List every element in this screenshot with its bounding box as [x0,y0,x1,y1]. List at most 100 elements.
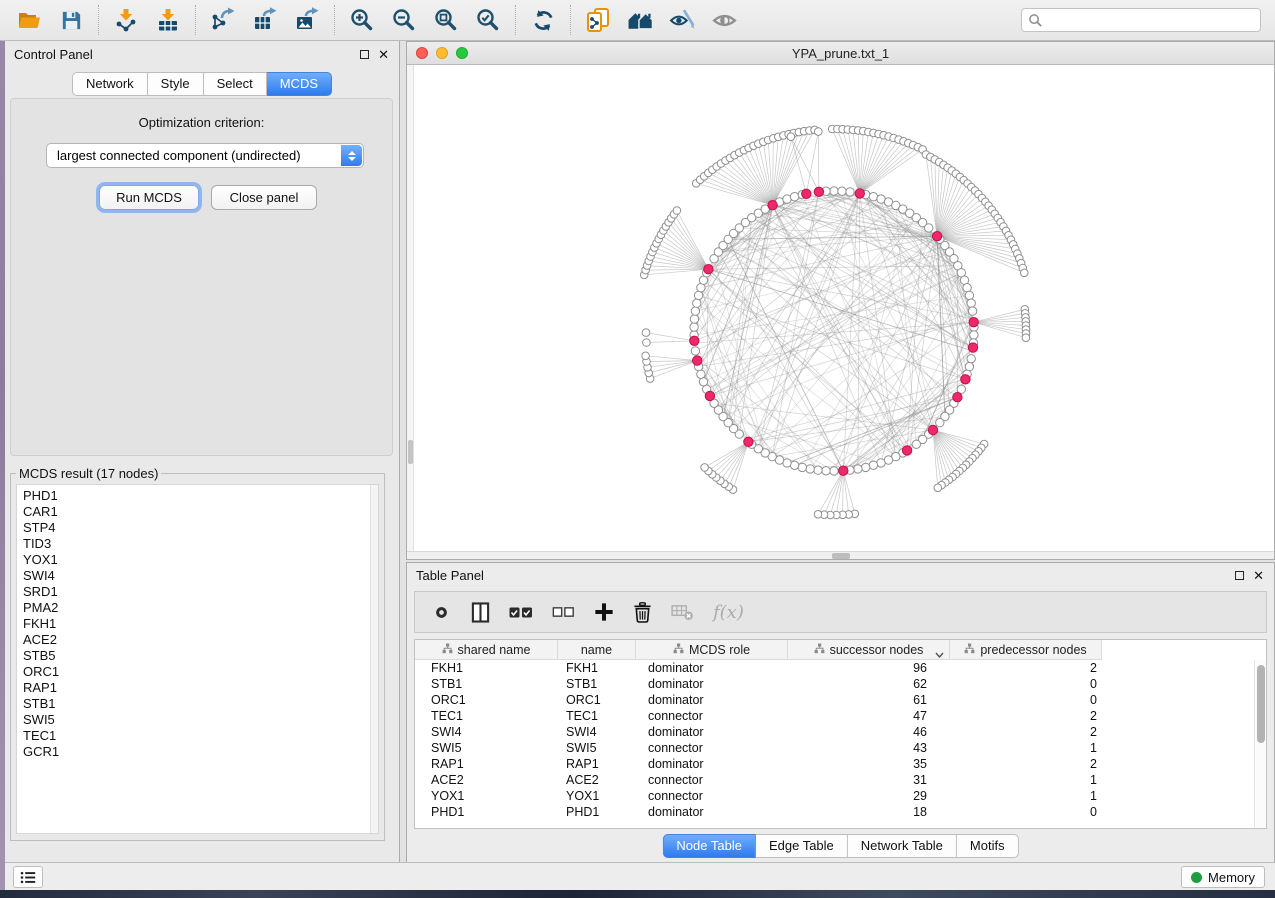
column-header-shared-name[interactable]: shared name [415,640,558,660]
network-graph[interactable] [407,65,1274,551]
mcds-result-item[interactable]: YOX1 [23,552,378,568]
mcds-result-item[interactable]: PMA2 [23,600,378,616]
save-session-button[interactable] [53,3,89,37]
network-vscroll-thumb[interactable] [408,440,413,464]
network-node[interactable] [970,331,978,339]
dominator-node[interactable] [744,437,753,446]
mcds-result-item[interactable]: FKH1 [23,616,378,632]
network-node[interactable] [869,461,877,469]
network-node[interactable] [694,291,702,299]
network-node[interactable] [814,511,822,519]
network-node[interactable] [798,463,806,471]
node-table[interactable]: shared namenameMCDS rolesuccessor nodesp… [414,639,1267,829]
column-header-name[interactable]: name [558,640,636,660]
create-column-button[interactable] [594,602,614,622]
mcds-result-item[interactable]: RAP1 [23,680,378,696]
network-node[interactable] [838,187,846,195]
search-input[interactable] [1043,10,1260,30]
tab-style[interactable]: Style [148,72,204,96]
network-node[interactable] [691,307,699,315]
table-row[interactable]: SWI5SWI5connector431 [415,740,1254,756]
network-node[interactable] [822,467,830,475]
mcds-result-item[interactable]: ORC1 [23,664,378,680]
export-table-button[interactable] [247,3,283,37]
table-vscroll-thumb[interactable] [1257,665,1265,743]
network-node[interactable] [693,299,701,307]
column-header-successor-nodes[interactable]: successor nodes [788,640,950,660]
network-node[interactable] [697,370,705,378]
network-node[interactable] [846,188,854,196]
new-network-from-selection-button[interactable] [580,3,616,37]
network-window-titlebar[interactable]: YPA_prune.txt_1 [407,42,1274,65]
hide-graphics-details-button[interactable] [664,3,700,37]
table-row[interactable]: TEC1TEC1connector472 [415,708,1254,724]
mcds-result-item[interactable]: PHD1 [23,488,378,504]
sort-descending-icon[interactable] [935,647,944,661]
network-node[interactable] [690,315,698,323]
network-node[interactable] [830,467,838,475]
network-node[interactable] [643,339,651,347]
network-node[interactable] [806,465,814,473]
network-node[interactable] [815,128,823,136]
table-row[interactable]: FKH1FKH1dominator962 [415,660,1254,676]
table-row[interactable]: SWI4SWI4dominator462 [415,724,1254,740]
zoom-fit-button[interactable] [428,3,464,37]
mcds-result-item[interactable]: TEC1 [23,728,378,744]
tab-motifs[interactable]: Motifs [957,834,1019,858]
dominator-node[interactable] [802,189,811,198]
network-node[interactable] [912,440,920,448]
table-row[interactable]: PHD1PHD1dominator180 [415,804,1254,820]
mcds-result-item[interactable]: GCR1 [23,744,378,760]
dominator-node[interactable] [705,391,714,400]
memory-button[interactable]: Memory [1181,866,1265,888]
show-graphics-details-button[interactable] [706,3,742,37]
criterion-select[interactable]: largest connected component (undirected) [46,143,364,168]
dominator-node[interactable] [932,232,941,241]
mcds-result-item[interactable]: SWI5 [23,712,378,728]
close-panel-button[interactable]: Close panel [211,185,317,210]
dominator-node[interactable] [814,187,823,196]
network-node[interactable] [790,193,798,201]
network-node[interactable] [642,329,650,337]
dominator-node[interactable] [690,336,699,345]
network-node[interactable] [673,207,681,215]
network-node[interactable] [690,323,698,331]
search-box[interactable] [1021,8,1261,32]
table-options-gear-button[interactable] [431,602,452,623]
network-node[interactable] [814,466,822,474]
network-node[interactable] [701,464,709,472]
deselect-all-button[interactable] [552,606,575,618]
network-node[interactable] [965,362,973,370]
zoom-in-button[interactable] [344,3,380,37]
mcds-result-list[interactable]: PHD1CAR1STP4TID3YOX1SWI4SRD1PMA2FKH1ACE2… [16,484,379,834]
dominator-node[interactable] [704,265,713,274]
table-row[interactable]: ACE2ACE2connector311 [415,772,1254,788]
network-node[interactable] [934,484,942,492]
mcds-result-item[interactable]: STB5 [23,648,378,664]
run-mcds-button[interactable]: Run MCDS [99,185,199,210]
network-node[interactable] [1021,269,1029,277]
network-node[interactable] [963,284,971,292]
refresh-view-button[interactable] [525,3,561,37]
export-image-button[interactable] [289,3,325,37]
table-vertical-scrollbar[interactable] [1254,660,1266,828]
tab-edge-table[interactable]: Edge Table [756,834,848,858]
network-node[interactable] [691,347,699,355]
network-node[interactable] [965,291,973,299]
network-hscroll-thumb[interactable] [832,553,850,559]
show-columns-button[interactable] [471,602,490,623]
import-network-button[interactable] [108,3,144,37]
close-panel-icon[interactable]: ✕ [1253,569,1264,582]
zoom-out-button[interactable] [386,3,422,37]
network-node[interactable] [830,187,838,195]
table-row[interactable]: YOX1YOX1connector291 [415,788,1254,804]
network-node[interactable] [1022,334,1030,342]
mcds-result-item[interactable]: CAR1 [23,504,378,520]
delete-columns-button[interactable] [633,602,652,623]
dominator-node[interactable] [961,375,970,384]
dominator-node[interactable] [968,343,977,352]
tab-network-table[interactable]: Network Table [848,834,957,858]
table-row[interactable]: STB1STB1dominator620 [415,676,1254,692]
mcds-result-item[interactable]: STP4 [23,520,378,536]
select-all-button[interactable] [509,606,533,619]
